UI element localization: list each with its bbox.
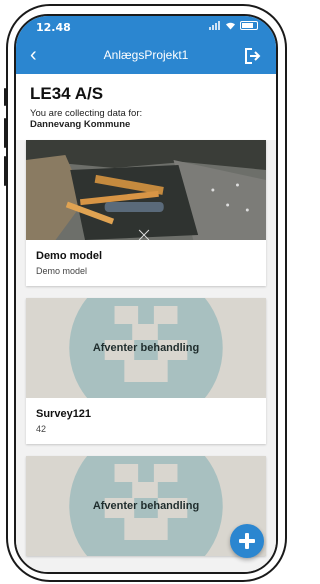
pending-label: Afventer behandling — [92, 342, 200, 354]
collecting-organization: Dannevang Kommune — [30, 119, 131, 130]
card-title: Demo model — [36, 250, 103, 262]
device-side-button — [4, 88, 6, 106]
signal-icon — [209, 20, 221, 30]
app-header: ‹ AnlægsProjekt1 — [16, 38, 276, 74]
card-photo — [26, 140, 266, 240]
survey-card[interactable]: Afventer behandling Survey121 42 — [26, 298, 266, 444]
status-time: 12.48 — [36, 21, 71, 34]
page-title: AnlægsProjekt1 — [103, 48, 189, 62]
pending-label: Afventer behandling — [92, 500, 200, 512]
card-title: Survey121 — [36, 408, 92, 420]
logout-icon[interactable] — [244, 47, 262, 65]
device-side-button — [4, 118, 6, 148]
organization-block: LE34 A/S You are collecting data for: Da… — [16, 74, 276, 140]
screen: 12.48 ‹ AnlægsProjekt1 LE34 A/S You are … — [14, 14, 278, 574]
survey-card[interactable]: Demo model Demo model — [26, 140, 266, 286]
card-subtitle: 42 — [36, 424, 47, 434]
organization-name: LE34 A/S — [30, 84, 104, 103]
status-bar: 12.48 — [16, 16, 276, 38]
wifi-icon — [226, 22, 235, 29]
card-subtitle: Demo model — [36, 266, 88, 276]
main-content: LE34 A/S You are collecting data for: Da… — [16, 74, 276, 572]
add-button[interactable] — [230, 524, 264, 558]
device-side-button — [4, 156, 6, 186]
battery-icon — [240, 20, 258, 30]
status-icons — [209, 20, 258, 30]
collecting-label: You are collecting data for: — [30, 108, 143, 119]
card-placeholder: Afventer behandling — [26, 298, 266, 398]
